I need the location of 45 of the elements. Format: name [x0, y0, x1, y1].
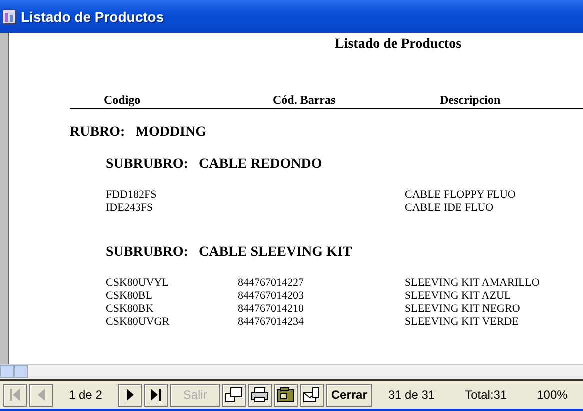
code-cell-text: CSK80UVGR [106, 316, 171, 329]
printer-icon [251, 387, 270, 403]
description-cell-text: CABLE FLOPPY FLUO [405, 189, 517, 202]
column-heading: Cód. Barras [273, 93, 337, 108]
barcode-cell: 844767014234 [238, 316, 304, 328]
mail-button[interactable] [300, 384, 324, 406]
barcode-cell: 844767014203 [238, 290, 304, 302]
description-cell-text: CABLE IDE FLUO [405, 202, 495, 215]
description-cell-text: SLEEVING KIT AMARILLO [405, 277, 541, 290]
window-title: Listado de Productos [21, 8, 164, 24]
toolbar-label: 1 de 2 [68, 388, 104, 402]
horizontal-scrollbar[interactable] [0, 364, 583, 379]
group-heading: RUBRO: MODDING [70, 125, 208, 142]
print-button[interactable] [248, 384, 272, 406]
pages-icon [225, 387, 244, 403]
last-button[interactable] [144, 384, 168, 406]
first-page-icon [9, 388, 21, 402]
toolbar-label: 100% [536, 388, 569, 402]
code-cell-text: IDE243FS [106, 202, 154, 215]
next-button[interactable] [118, 384, 142, 406]
column-heading: Descripcion [440, 93, 502, 108]
previous-page-icon [36, 388, 46, 402]
last-page-icon [150, 388, 162, 402]
toolbar-label: 31 de 31 [387, 388, 436, 402]
description-cell-text: SLEEVING KIT AZUL [405, 290, 512, 303]
code-cell-text: CSK80UVYL [106, 277, 170, 290]
next-page-icon [126, 388, 135, 402]
close-button[interactable]: Cerrar [326, 384, 372, 406]
subgroup-heading: SUBRUBRO: CABLE REDONDO [106, 157, 324, 174]
envelope-icon [303, 387, 322, 403]
column-heading: Codigo [104, 93, 142, 108]
report-title: Listado de Productos [335, 37, 463, 54]
folder-icon [277, 387, 296, 403]
export-button[interactable] [274, 384, 298, 406]
code-cell-text: CSK80BK [106, 303, 155, 316]
description-cell-text: SLEEVING KIT VERDE [405, 316, 520, 329]
barcode-cell: 844767014227 [238, 277, 304, 289]
barcode-cell: 844767014210 [238, 303, 304, 315]
code-cell-text: CSK80BL [106, 290, 154, 303]
toolbar-label: Total:31 [464, 388, 508, 402]
pages-button[interactable] [222, 384, 246, 406]
subgroup-heading: SUBRUBRO: CABLE SLEEVING KIT [106, 245, 354, 262]
code-cell-text: FDD182FS [106, 189, 158, 202]
report-icon [2, 8, 17, 24]
description-cell-text: SLEEVING KIT NEGRO [405, 303, 522, 316]
